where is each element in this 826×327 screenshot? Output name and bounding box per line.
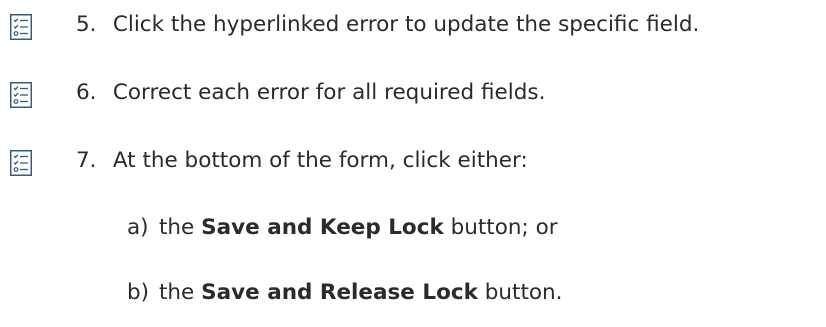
list-item-step-7: 7. At the bottom of the form, click eith… <box>76 148 528 174</box>
sub-list-item-b: b) the Save and Release Lock button. <box>127 280 562 306</box>
step-text: Correct each error for all required fiel… <box>112 80 546 105</box>
sub-item-letter: a) <box>127 215 149 240</box>
step-text: At the bottom of the form, click either: <box>112 148 528 173</box>
sub-item-prefix: the <box>159 280 195 305</box>
step-number: 6. <box>76 80 97 105</box>
sub-item-prefix: the <box>159 215 195 240</box>
sub-item-letter: b) <box>127 280 150 305</box>
button-name-save-release-lock: Save and Release Lock <box>201 280 478 305</box>
list-item-step-6: 6. Correct each error for all required f… <box>76 80 545 106</box>
step-text: Click the hyperlinked error to update th… <box>112 12 700 37</box>
button-name-save-keep-lock: Save and Keep Lock <box>201 215 444 240</box>
checklist-icon <box>10 150 32 176</box>
sub-item-suffix: button; or <box>450 215 558 240</box>
step-number: 7. <box>76 148 97 173</box>
checklist-icon <box>10 14 32 40</box>
sub-item-suffix: button. <box>484 280 563 305</box>
checklist-icon <box>10 82 32 108</box>
step-number: 5. <box>76 12 97 37</box>
sub-list-item-a: a) the Save and Keep Lock button; or <box>127 215 558 241</box>
list-item-step-5: 5. Click the hyperlinked error to update… <box>76 12 699 38</box>
